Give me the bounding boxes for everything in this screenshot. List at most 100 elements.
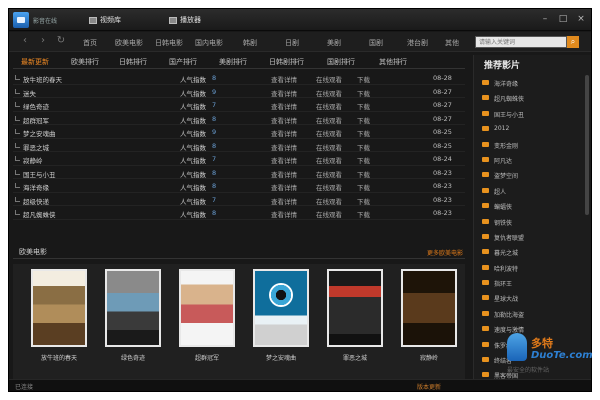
forward-arrow-icon[interactable]: › [37,35,49,47]
download-link[interactable]: 下载 [357,142,370,152]
watch-online-link[interactable]: 在线观看 [316,209,342,219]
search-icon[interactable]: ⌕ [567,36,579,48]
nav-item-home[interactable]: 首页 [83,38,97,48]
poster-card[interactable]: 梦之安魂曲 [253,269,309,373]
nav-item-hktw-drama[interactable]: 港台剧 [407,38,428,48]
tab-western-rank[interactable]: 欧美排行 [71,57,99,67]
details-link[interactable]: 查看详情 [271,169,297,179]
table-row[interactable]: 罪恶之城 人气指数 8 查看详情 在线观看 下载 08-25 [13,139,465,152]
details-link[interactable]: 查看详情 [271,88,297,98]
download-link[interactable]: 下载 [357,88,370,98]
list-item[interactable]: 蝙蝠侠 [480,198,584,213]
tab-us-drama-rank[interactable]: 美剧排行 [219,57,247,67]
watch-online-link[interactable]: 在线观看 [316,88,342,98]
tab-other-rank[interactable]: 其他排行 [379,57,407,67]
table-row[interactable]: 迷失 人气指数 9 查看详情 在线观看 下载 08-27 [13,85,465,98]
movie-title[interactable]: 超级快递 [23,196,49,206]
tab-latest[interactable]: 最新更新 [21,57,49,67]
details-link[interactable]: 查看详情 [271,155,297,165]
table-row[interactable]: 超群冠军 人气指数 8 查看详情 在线观看 下载 08-27 [13,112,465,125]
details-link[interactable]: 查看详情 [271,142,297,152]
download-link[interactable]: 下载 [357,169,370,179]
details-link[interactable]: 查看详情 [271,128,297,138]
tab-jk-drama-rank[interactable]: 日韩剧排行 [269,57,304,67]
list-item[interactable]: 超凡蜘蛛侠 [480,90,584,105]
download-link[interactable]: 下载 [357,101,370,111]
tab-video-library[interactable]: 视频库 [89,14,121,26]
watch-online-link[interactable]: 在线观看 [316,74,342,84]
poster-card[interactable]: 放牛班的春天 [31,269,87,373]
list-item[interactable]: 国王与小丑 [480,106,584,121]
list-item[interactable]: 钢铁侠 [480,214,584,229]
maximize-button[interactable]: □ [557,13,569,25]
nav-item-cn-drama[interactable]: 国剧 [369,38,383,48]
movie-title[interactable]: 罪恶之城 [23,142,49,152]
poster-image[interactable] [401,269,457,347]
nav-item-japanese-drama[interactable]: 日剧 [285,38,299,48]
table-row[interactable]: 海洋奇缘 人气指数 8 查看详情 在线观看 下载 08-23 [13,179,465,193]
poster-caption[interactable]: 绿色奇迹 [105,353,161,362]
back-arrow-icon[interactable]: ‹ [19,35,31,47]
list-item[interactable]: 哈利波特 [480,260,584,275]
tab-player[interactable]: 播放器 [169,14,201,26]
details-link[interactable]: 查看详情 [271,196,297,206]
close-button[interactable]: × [575,13,587,25]
list-item[interactable]: 超人 [480,183,584,198]
list-item[interactable]: 变形金刚 [480,137,584,152]
table-row[interactable]: 放牛班的春天 人气指数 8 查看详情 在线观看 下载 08-28 [13,71,465,85]
poster-caption[interactable]: 放牛班的春天 [31,353,87,362]
movie-title[interactable]: 寂静岭 [23,155,43,165]
movie-title[interactable]: 迷失 [23,88,36,98]
list-item[interactable]: 海洋奇缘 [480,75,584,90]
list-item[interactable]: 加勒比海盗 [480,306,584,321]
minimize-button[interactable]: – [539,13,551,25]
update-link[interactable]: 版本更新 [417,382,441,391]
download-link[interactable]: 下载 [357,74,370,84]
nav-item-domestic[interactable]: 国内电影 [195,38,223,48]
download-link[interactable]: 下载 [357,115,370,125]
details-link[interactable]: 查看详情 [271,74,297,84]
movie-title[interactable]: 超群冠军 [23,115,49,125]
poster-card[interactable]: 超群冠军 [179,269,235,373]
poster-image[interactable] [31,269,87,347]
poster-caption[interactable]: 梦之安魂曲 [253,353,309,362]
poster-image[interactable] [253,269,309,347]
details-link[interactable]: 查看详情 [271,209,297,219]
download-link[interactable]: 下载 [357,182,370,192]
poster-caption[interactable]: 罪恶之城 [327,353,383,362]
nav-item-korean-drama[interactable]: 韩剧 [243,38,257,48]
poster-image[interactable] [327,269,383,347]
list-item[interactable]: 2012 [480,121,584,136]
tab-cn-drama-rank[interactable]: 国剧排行 [327,57,355,67]
tab-jk-rank[interactable]: 日韩排行 [119,57,147,67]
movie-title[interactable]: 海洋奇缘 [23,182,49,192]
search-input[interactable] [475,36,567,48]
watch-online-link[interactable]: 在线观看 [316,142,342,152]
movie-title[interactable]: 放牛班的春天 [23,74,62,84]
watch-online-link[interactable]: 在线观看 [316,101,342,111]
poster-card[interactable]: 罪恶之城 [327,269,383,373]
nav-item-other[interactable]: 其他 [445,38,459,48]
tab-domestic-rank[interactable]: 国产排行 [169,57,197,67]
details-link[interactable]: 查看详情 [271,101,297,111]
download-link[interactable]: 下载 [357,209,370,219]
details-link[interactable]: 查看详情 [271,115,297,125]
watch-online-link[interactable]: 在线观看 [316,155,342,165]
sidebar-scrollbar[interactable] [585,75,589,215]
table-row[interactable]: 超凡蜘蛛侠 人气指数 8 查看详情 在线观看 下载 08-23 [13,206,465,220]
nav-item-us-drama[interactable]: 美剧 [327,38,341,48]
watch-online-link[interactable]: 在线观看 [316,128,342,138]
list-item[interactable]: 复仇者联盟 [480,229,584,244]
watch-online-link[interactable]: 在线观看 [316,169,342,179]
poster-caption[interactable]: 超群冠军 [179,353,235,362]
list-item[interactable]: 暮光之城 [480,244,584,259]
table-row[interactable]: 寂静岭 人气指数 7 查看详情 在线观看 下载 08-24 [13,152,465,166]
table-row[interactable]: 超级快递 人气指数 7 查看详情 在线观看 下载 08-23 [13,193,465,206]
more-western-link[interactable]: 更多欧美电影 [427,248,463,257]
download-link[interactable]: 下载 [357,128,370,138]
table-row[interactable]: 国王与小丑 人气指数 8 查看详情 在线观看 下载 08-23 [13,166,465,179]
download-link[interactable]: 下载 [357,155,370,165]
movie-title[interactable]: 梦之安魂曲 [23,128,56,138]
list-item[interactable]: 阿凡达 [480,152,584,167]
nav-item-western[interactable]: 欧美电影 [115,38,143,48]
